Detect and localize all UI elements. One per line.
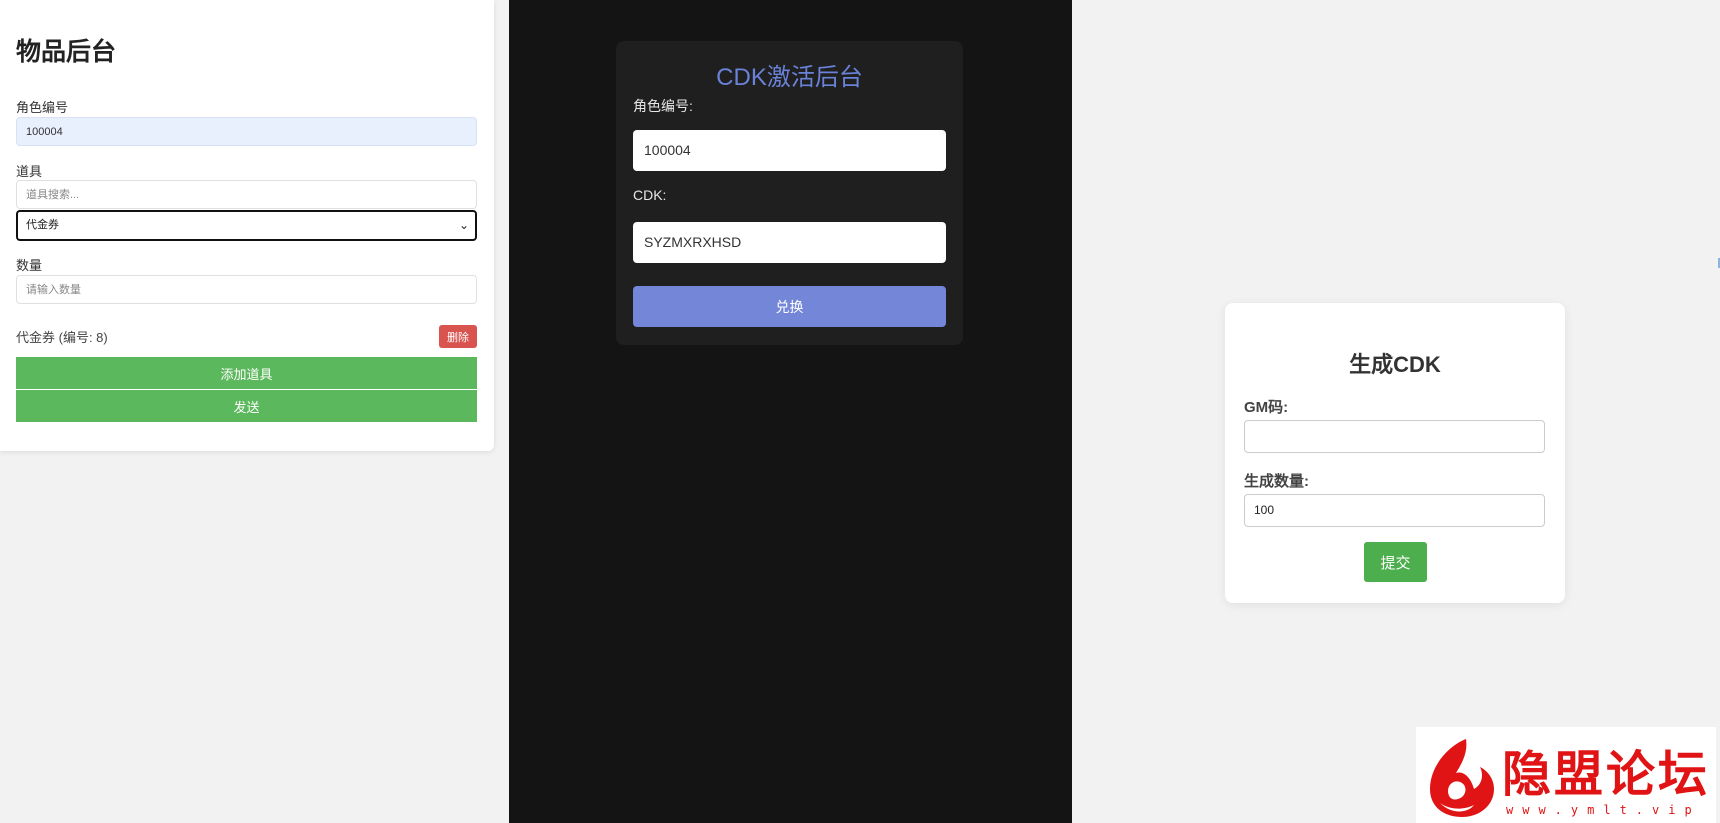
item-select-value: 代金券 [26, 219, 59, 231]
watermark: 隐盟论坛 www.ymlt.vip [1416, 727, 1716, 823]
chevron-down-icon: ⌄ [458, 218, 469, 232]
delete-item-button[interactable]: 删除 [439, 325, 477, 348]
cdk-role-id-input[interactable]: 100004 [633, 130, 946, 171]
cdk-code-input[interactable]: SYZMXRXHSD [633, 222, 946, 263]
cdk-activation-title: CDK激活后台 [716, 64, 863, 91]
quantity-label: 数量 [16, 258, 43, 273]
item-select[interactable]: 代金券 ⌄ [16, 210, 477, 241]
generate-count-label: 生成数量: [1244, 473, 1309, 490]
cdk-code-label: CDK: [633, 187, 667, 203]
role-id-input[interactable] [16, 117, 477, 146]
quantity-input[interactable] [16, 275, 477, 304]
gm-code-label: GM码: [1244, 399, 1289, 416]
item-search-input[interactable] [16, 180, 477, 209]
add-item-button[interactable]: 添加道具 [16, 357, 477, 389]
redeem-button[interactable]: 兑换 [633, 286, 946, 327]
generate-cdk-card: 生成CDK GM码: 生成数量: 100 提交 [1225, 303, 1565, 603]
role-id-label: 角色编号 [16, 100, 69, 115]
send-button[interactable]: 发送 [16, 390, 477, 422]
submit-button[interactable]: 提交 [1364, 542, 1427, 582]
cdk-role-id-label: 角色编号: [633, 98, 693, 114]
generate-cdk-title: 生成CDK [1349, 352, 1441, 377]
watermark-logo-icon [1430, 739, 1494, 817]
items-backend-panel: 物品后台 角色编号 道具 代金券 ⌄ 数量 代金券 (编号: 8) 删除 添加道… [0, 0, 494, 451]
generate-count-input[interactable]: 100 [1244, 494, 1545, 527]
item-label: 道具 [16, 164, 43, 179]
gm-code-input[interactable] [1244, 420, 1545, 453]
added-item-entry: 代金券 (编号: 8) [16, 330, 108, 345]
items-backend-title: 物品后台 [16, 38, 117, 66]
watermark-text: 隐盟论坛 [1502, 746, 1711, 803]
watermark-url: www.ymlt.vip [1506, 803, 1701, 817]
cdk-activation-card: CDK激活后台 角色编号: 100004 CDK: SYZMXRXHSD 兑换 [616, 41, 963, 345]
